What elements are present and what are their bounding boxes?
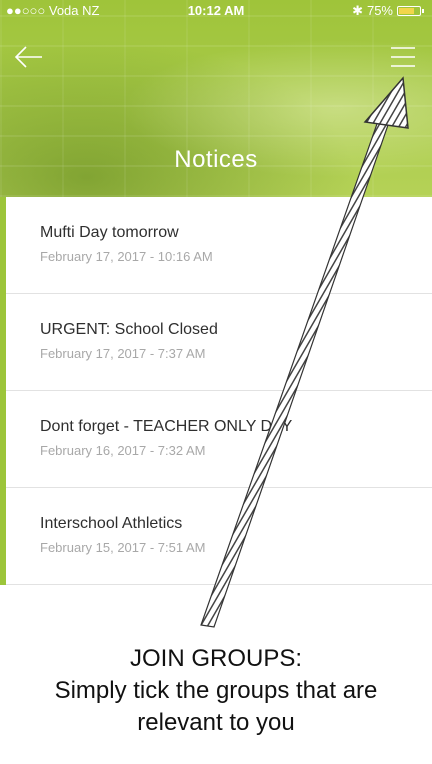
arrow-left-icon: [14, 46, 42, 68]
caption-heading: JOIN GROUPS:: [129, 645, 303, 672]
caption-line: Simply tick the groups that are: [54, 677, 378, 704]
menu-button[interactable]: [388, 42, 418, 72]
notice-date: February 15, 2017 - 7:51 AM: [40, 540, 206, 555]
battery-percent: 75%: [366, 3, 393, 18]
notice-title: URGENT: School Closed: [40, 321, 218, 338]
notice-title: Interschool Athletics: [40, 515, 183, 532]
bluetooth-icon: ✱: [352, 3, 363, 18]
list-item[interactable]: Interschool Athletics February 15, 2017 …: [6, 488, 432, 585]
notice-title: Mufti Day tomorrow: [40, 224, 179, 241]
battery-status: ✱ 75%: [352, 0, 424, 22]
list-item[interactable]: URGENT: School Closed February 17, 2017 …: [6, 294, 432, 391]
notice-date: February 17, 2017 - 7:37 AM: [40, 346, 206, 361]
list-item[interactable]: Dont forget - TEACHER ONLY DAY February …: [6, 391, 432, 488]
notice-list: Mufti Day tomorrow February 17, 2017 - 1…: [0, 197, 432, 585]
instruction-caption: JOIN GROUPS: Simply tick the groups that…: [0, 643, 432, 739]
page-title: Notices: [174, 146, 258, 173]
list-item[interactable]: Mufti Day tomorrow February 17, 2017 - 1…: [6, 197, 432, 294]
hamburger-menu-icon: [391, 47, 415, 67]
notice-date: February 17, 2017 - 10:16 AM: [40, 249, 213, 264]
status-bar: ●●○○○ Voda NZ 10:12 AM ✱ 75%: [0, 0, 432, 22]
header: ●●○○○ Voda NZ 10:12 AM ✱ 75% Notices: [0, 0, 432, 197]
caption-line: relevant to you: [137, 709, 295, 736]
notice-date: February 16, 2017 - 7:32 AM: [40, 443, 206, 458]
back-button[interactable]: [12, 42, 48, 72]
notice-title: Dont forget - TEACHER ONLY DAY: [40, 418, 293, 435]
battery-icon: [397, 6, 421, 16]
